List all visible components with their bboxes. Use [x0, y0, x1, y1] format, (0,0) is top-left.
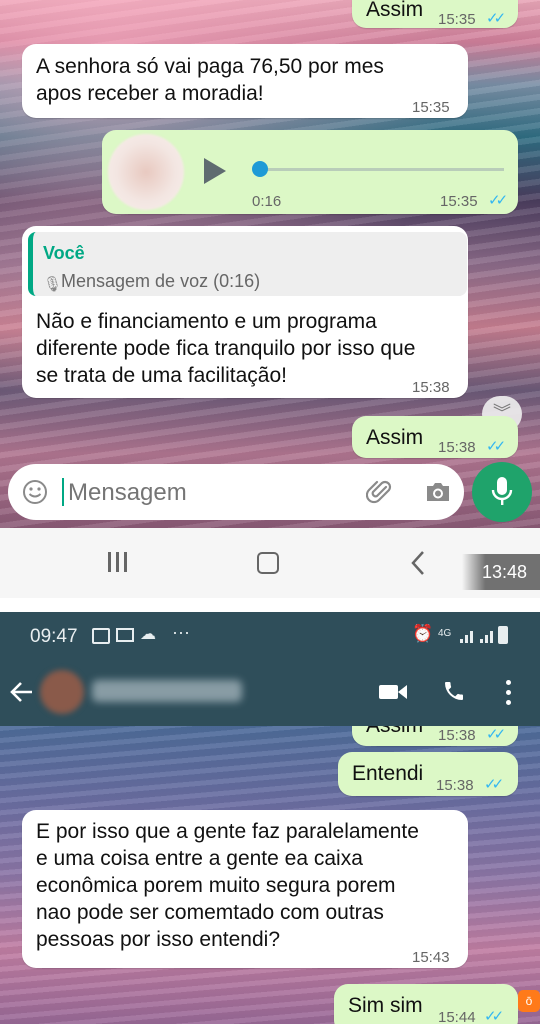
voice-progress-handle[interactable]	[252, 161, 268, 177]
text-cursor	[62, 478, 64, 506]
message-text: Entendi	[352, 762, 424, 785]
message-time: 15:38	[438, 439, 476, 456]
message-text: Assim	[366, 726, 423, 739]
read-ticks-icon: ✓✓	[486, 438, 506, 455]
message-time: 15:35	[438, 11, 476, 28]
message-bubble-incoming[interactable]: E por isso que a gente faz paralelamente…	[22, 810, 468, 968]
message-text: Sim sim	[348, 994, 423, 1017]
message-time: 15:43	[412, 949, 450, 966]
quoted-message[interactable]: Você 🎙 Mensagem de voz (0:16)	[28, 232, 467, 296]
weather-icon: ☁	[140, 626, 156, 643]
message-time: 15:35	[440, 193, 478, 210]
message-time: 15:44	[438, 1009, 476, 1024]
message-time: 15:35	[412, 99, 450, 116]
read-ticks-icon: ✓✓	[486, 726, 506, 743]
message-bubble-outgoing[interactable]: Assim 15:35 ✓✓	[352, 0, 518, 28]
message-text: Assim	[366, 426, 424, 449]
phone-call-icon[interactable]	[442, 678, 466, 704]
alarm-icon: ⏰	[412, 624, 434, 643]
play-icon[interactable]	[202, 156, 228, 186]
camera-icon[interactable]	[424, 480, 452, 504]
video-call-icon[interactable]	[378, 682, 408, 702]
network-type: 4G	[438, 628, 452, 639]
chat-wallpaper-bottom: Assim 15:38 ✓✓ Entendi 15:38 ✓✓ E por is…	[0, 726, 540, 1024]
more-notifications-icon: ···	[172, 622, 190, 642]
voice-record-button[interactable]	[472, 462, 532, 522]
chat-header	[0, 662, 540, 726]
read-ticks-icon: ✓✓	[486, 10, 506, 27]
voice-progress-track[interactable]	[254, 168, 504, 171]
message-time: 15:38	[438, 727, 476, 744]
message-text: E por isso que a gente faz paralelamente…	[36, 820, 419, 951]
message-text: Assim	[366, 0, 424, 21]
contact-avatar[interactable]	[40, 670, 84, 714]
more-options-icon[interactable]	[504, 678, 512, 708]
mic-icon	[491, 477, 513, 505]
recent-apps-button[interactable]	[106, 552, 130, 574]
gallery-icon	[92, 628, 110, 644]
message-bubble-outgoing[interactable]: Assim 15:38 ✓✓	[352, 726, 518, 746]
contact-name-redacted[interactable]	[92, 680, 242, 702]
read-ticks-icon: ✓✓	[488, 192, 508, 209]
message-bubble-outgoing[interactable]: Sim sim 15:44 ✓✓	[334, 984, 518, 1024]
message-input[interactable]	[66, 474, 340, 512]
quoted-author: Você	[43, 243, 85, 263]
back-button[interactable]	[410, 550, 426, 576]
screenshot-divider	[0, 598, 540, 612]
signal-icon	[460, 629, 500, 643]
battery-icon	[498, 626, 508, 644]
message-bubble-outgoing[interactable]: Entendi 15:38 ✓✓	[338, 752, 518, 796]
message-text: Não e financiamento e um programa difere…	[36, 310, 416, 387]
read-ticks-icon: ✓✓	[484, 776, 504, 793]
message-input-bar[interactable]	[8, 464, 464, 520]
voice-message-bubble[interactable]: 0:16 15:35 ✓✓	[102, 130, 518, 214]
message-time: 15:38	[412, 379, 450, 396]
message-bubble-incoming[interactable]: A senhora só vai paga 76,50 por mes apos…	[22, 44, 468, 118]
app-badge-icon: ō	[518, 990, 540, 1012]
message-text: A senhora só vai paga 76,50 por mes apos…	[36, 55, 384, 105]
message-bubble-outgoing[interactable]: Assim 15:38 ✓✓	[352, 416, 518, 458]
screen-icon	[116, 628, 134, 642]
avatar	[108, 134, 184, 210]
chat-wallpaper-top: Assim 15:35 ✓✓ A senhora só vai paga 76,…	[0, 0, 540, 528]
message-time: 15:38	[436, 777, 474, 794]
status-time: 09:47	[30, 626, 78, 647]
system-navigation-bar: 13:48	[0, 528, 540, 598]
quoted-text: Mensagem de voz (0:16)	[61, 271, 261, 291]
emoji-icon[interactable]	[22, 479, 48, 505]
reply-message-bubble[interactable]: Você 🎙 Mensagem de voz (0:16) Não e fina…	[22, 226, 468, 398]
overlay-clock: 13:48	[482, 562, 528, 582]
voice-duration: 0:16	[252, 193, 282, 210]
status-bar: 09:47 ☁ ··· ⏰ 4G	[0, 612, 540, 662]
home-button[interactable]	[257, 552, 279, 574]
attach-icon[interactable]	[366, 478, 394, 506]
back-arrow-icon[interactable]	[8, 680, 34, 704]
read-ticks-icon: ✓✓	[484, 1008, 504, 1024]
mic-icon: 🎙	[43, 276, 63, 293]
